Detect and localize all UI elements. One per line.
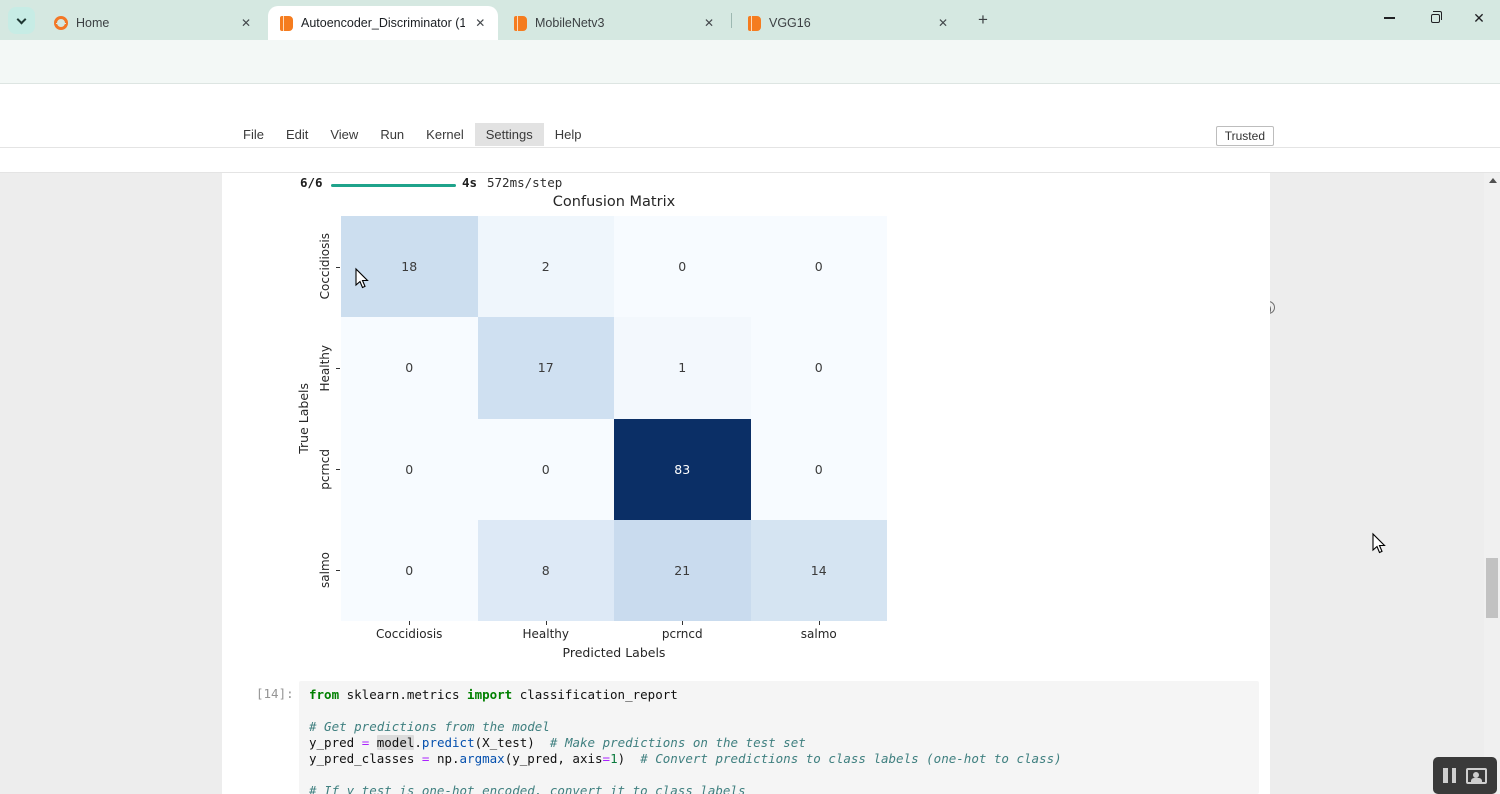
tab-vgg16[interactable]: VGG16 ✕: [736, 6, 961, 40]
heatmap-cell: 83: [614, 419, 751, 520]
mouse-cursor-secondary: [1372, 533, 1388, 555]
heatmap-cell: 21: [614, 520, 751, 621]
code-editor[interactable]: from sklearn.metrics import classificati…: [299, 681, 1259, 794]
scrollbar-thumb[interactable]: [1486, 558, 1498, 618]
y-tick-label: Healthy: [314, 317, 336, 418]
trusted-button[interactable]: Trusted: [1216, 126, 1274, 146]
heatmap-cell: 1: [614, 317, 751, 418]
code-line: y_pred = model.predict(X_test) # Make pr…: [309, 735, 1249, 751]
heatmap-grid: 182000171000830082114: [341, 216, 887, 621]
menu-settings[interactable]: Settings: [475, 123, 544, 146]
heatmap-cell: 0: [341, 419, 478, 520]
code-line: y_pred_classes = np.argmax(y_pred, axis=…: [309, 751, 1249, 767]
y-tick-label: pcrncd: [314, 419, 336, 520]
x-tick-label: salmo: [751, 627, 888, 643]
heatmap-cell: 0: [751, 216, 888, 317]
restore-icon: [1431, 14, 1440, 23]
progress-time: 4s: [462, 175, 477, 190]
chart-title: Confusion Matrix: [341, 194, 887, 210]
progress-rate: 572ms/step: [487, 175, 562, 190]
browser-tab-strip: Home ✕ Autoencoder_Discriminator (1) ✕ M…: [0, 0, 1500, 40]
notebook-favicon: [748, 16, 761, 31]
x-tick-label: Healthy: [478, 627, 615, 643]
tab-label: Home: [76, 16, 109, 30]
new-tab-button[interactable]: +: [972, 9, 994, 31]
window-close-button[interactable]: ✕: [1458, 0, 1500, 36]
y-tick-labels: CoccidiosisHealthypcrncdsalmo: [314, 216, 336, 621]
heatmap-cell: 17: [478, 317, 615, 418]
y-tick-label: salmo: [314, 520, 336, 621]
menu-kernel[interactable]: Kernel: [415, 123, 475, 146]
heatmap-cell: 0: [751, 419, 888, 520]
y-axis-label: True Labels: [295, 216, 311, 621]
tab-separator: [731, 13, 732, 28]
code-line: from sklearn.metrics import classificati…: [309, 687, 1249, 703]
tab-mobilenetv3[interactable]: MobileNetv3 ✕: [502, 6, 727, 40]
jupyter-favicon: [54, 16, 68, 30]
code-line: [309, 703, 1249, 719]
tab-close-icon[interactable]: ✕: [701, 15, 717, 31]
heatmap-cell: 0: [478, 419, 615, 520]
browser-nav-bar: ← → ↻ i localhost:8888/notebooks/Autoenc…: [0, 40, 1500, 84]
x-tick-label: Coccidiosis: [341, 627, 478, 643]
pause-icon[interactable]: [1443, 768, 1456, 783]
notebook-favicon: [280, 16, 293, 31]
tab-label: MobileNetv3: [535, 16, 604, 30]
tab-label: Autoencoder_Discriminator (1): [301, 16, 465, 30]
heatmap-cell: 8: [478, 520, 615, 621]
x-tick-labels: CoccidiosisHealthypcrncdsalmo: [341, 627, 887, 643]
tab-close-icon[interactable]: ✕: [238, 15, 254, 31]
menu-run[interactable]: Run: [369, 123, 415, 146]
picture-in-picture-icon[interactable]: [1466, 768, 1487, 784]
tab-close-icon[interactable]: ✕: [935, 15, 951, 31]
heatmap-cell: 18: [341, 216, 478, 317]
menu-file[interactable]: File: [232, 123, 275, 146]
tab-autoencoder-discriminator[interactable]: Autoencoder_Discriminator (1) ✕: [268, 6, 498, 40]
progress-bar: [331, 184, 456, 187]
x-axis-label: Predicted Labels: [341, 645, 887, 660]
code-line: # Get predictions from the model: [309, 719, 1249, 735]
recorder-overlay: [1433, 757, 1497, 794]
close-icon: ✕: [1473, 10, 1485, 27]
menu-help[interactable]: Help: [544, 123, 593, 146]
tab-home[interactable]: Home ✕: [42, 6, 264, 40]
scrollbar-up-arrow[interactable]: [1489, 178, 1497, 183]
window-minimize-button[interactable]: [1368, 0, 1410, 36]
tab-label: VGG16: [769, 16, 811, 30]
tab-search-button[interactable]: [8, 7, 35, 34]
tab-close-icon[interactable]: ✕: [473, 15, 488, 31]
notebook-toolbar: + ✂ ▶ ■ ↻ ▶▶ Code JupyterLab ⚙ Python 3 …: [0, 148, 1500, 173]
minimize-icon: [1384, 17, 1395, 18]
mouse-cursor: [355, 268, 371, 290]
code-line: [309, 767, 1249, 783]
heatmap-cell: 0: [751, 317, 888, 418]
x-tick-label: pcrncd: [614, 627, 751, 643]
menu-view[interactable]: View: [319, 123, 369, 146]
notebook-header: jupyter Autoencoder_Discriminator (1) La…: [0, 84, 1500, 122]
y-tick-label: Coccidiosis: [314, 216, 336, 317]
heatmap-cell: 2: [478, 216, 615, 317]
heatmap-cell: 0: [341, 520, 478, 621]
cell-execution-count: [14]:: [256, 686, 294, 701]
heatmap-cell: 0: [614, 216, 751, 317]
window-restore-button[interactable]: [1414, 0, 1456, 36]
heatmap-cell: 14: [751, 520, 888, 621]
chevron-down-icon: [17, 14, 27, 24]
notebook-menu-bar: File Edit View Run Kernel Settings Help: [0, 122, 1500, 148]
scrollbar-track[interactable]: [1484, 173, 1500, 794]
code-line: # If y_test is one-hot encoded, convert …: [309, 783, 1249, 794]
heatmap-cell: 0: [341, 317, 478, 418]
progress-count: 6/6: [300, 175, 323, 190]
notebook-favicon: [514, 16, 527, 31]
menu-edit[interactable]: Edit: [275, 123, 319, 146]
